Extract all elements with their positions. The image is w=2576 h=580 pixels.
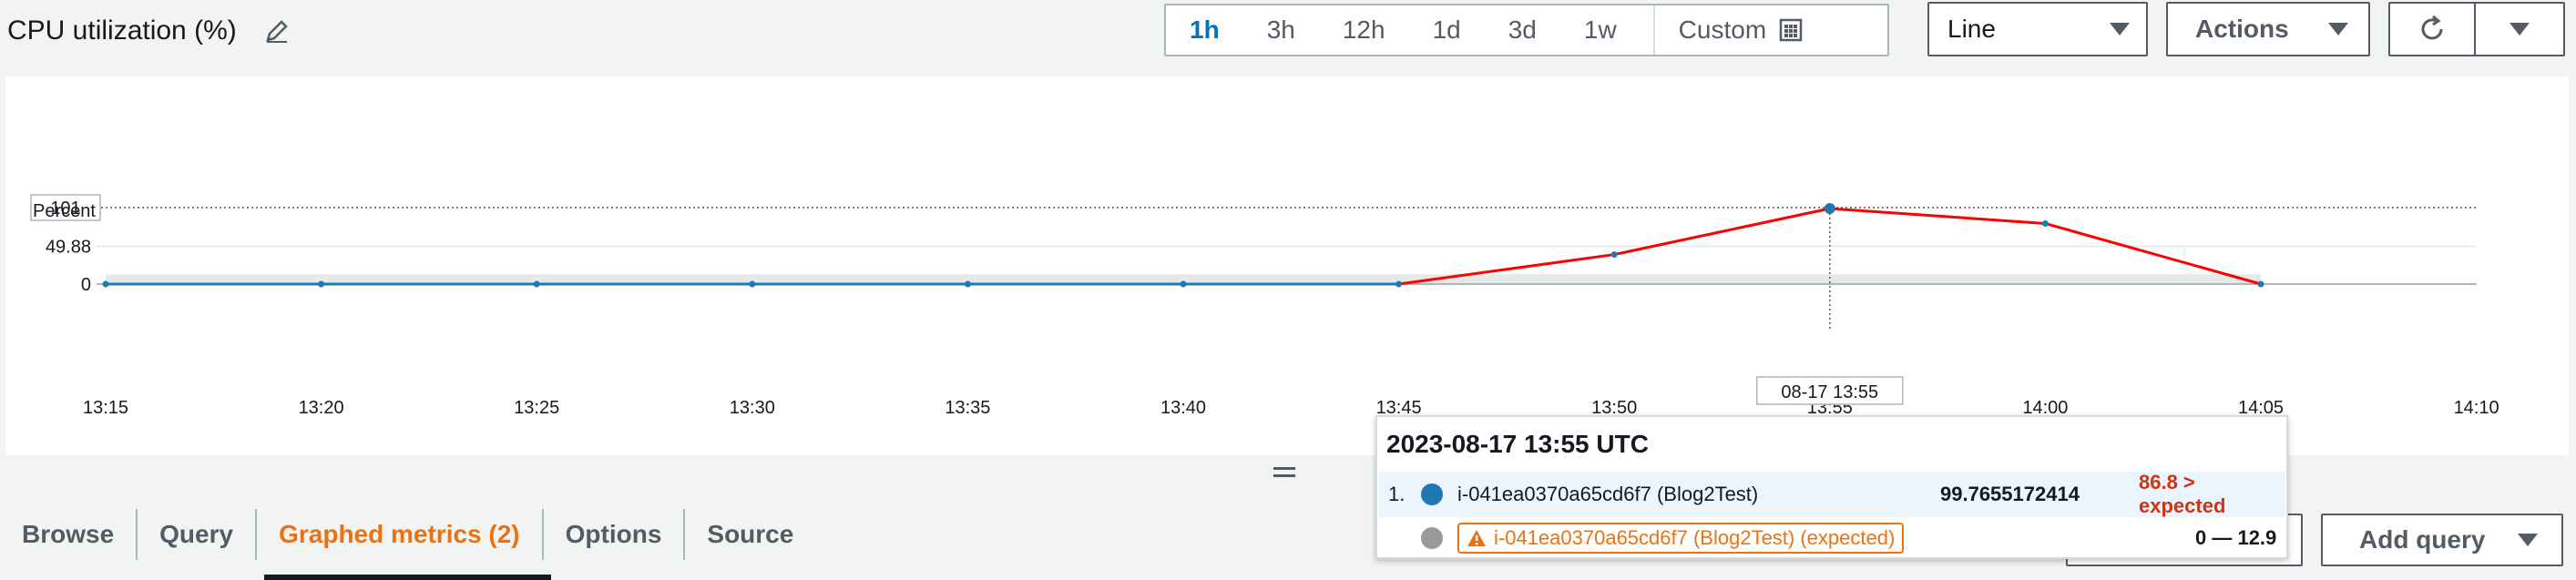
gridlines <box>97 207 2477 285</box>
data-point <box>964 280 971 288</box>
tooltip-row: i-041ea0370a65cd6f7 (Blog2Test) (expecte… <box>1379 515 2285 561</box>
line-chart: 049.88101Percent13:15 13:20 13:25 13:30 13:3… <box>30 194 2499 418</box>
add-query-button[interactable]: Add query <box>2321 514 2563 566</box>
range-1w-button[interactable]: 1w <box>1560 5 1641 55</box>
edit-pencil-icon[interactable] <box>264 18 290 44</box>
actions-dropdown-button[interactable]: Actions <box>2166 2 2370 56</box>
data-point <box>749 280 756 288</box>
datapoint-tooltip: 2023-08-17 13:55 UTC 1. i-041ea0370a65cd… <box>1375 415 2288 559</box>
tab-options[interactable]: Options <box>544 509 686 560</box>
x-tick-label: 13:35 <box>945 398 990 418</box>
data-point <box>1610 251 1618 259</box>
data-point <box>1180 280 1187 288</box>
data-point <box>102 280 109 288</box>
series-segment <box>1829 207 2046 225</box>
x-tick-label: 13:30 <box>730 398 775 418</box>
range-custom-button[interactable]: Custom <box>1655 5 1826 55</box>
range-3h-button[interactable]: 3h <box>1243 5 1319 55</box>
tab-query[interactable]: Query <box>138 509 258 560</box>
time-range-selector: 1h 3h 12h 1d 3d 1w Custom <box>1164 4 1889 56</box>
range-12h-button[interactable]: 12h <box>1319 5 1409 55</box>
data-point <box>2041 219 2049 227</box>
hover-layer: 08-17 13:55 <box>1756 209 1904 405</box>
refresh-icon <box>2421 15 2443 40</box>
range-1d-button[interactable]: 1d <box>1409 5 1485 55</box>
chart-type-value: Line <box>1947 15 1996 43</box>
data-point <box>533 280 540 288</box>
chart-panel: 0 49.88 101 Percent 13:15 13:20 13:25 13:30 13:3… <box>5 76 2569 455</box>
x-tick-label: 13:40 <box>1160 398 1206 418</box>
expected-badge: i-041ea0370a65cd6f7 (Blog2Test) (expecte… <box>1457 523 1905 554</box>
data-point <box>2257 280 2264 288</box>
chevron-down-icon <box>2328 23 2348 36</box>
x-tick-label: 13:20 <box>299 398 344 418</box>
warning-icon <box>1467 530 1486 546</box>
panel-resize-handle[interactable] <box>1273 463 1295 482</box>
data-point <box>318 280 325 288</box>
custom-label: Custom <box>1678 15 1767 44</box>
actions-label: Actions <box>2195 15 2289 43</box>
x-tick-label: 13:15 <box>83 398 128 418</box>
calendar-icon <box>1779 18 1803 42</box>
tab-browse[interactable]: Browse <box>0 509 138 560</box>
alarm-status: 86.8 > expected <box>2139 471 2226 517</box>
refresh-interval-dropdown[interactable] <box>2474 2 2565 56</box>
tooltip-row: 1. i-041ea0370a65cd6f7 (Blog2Test) 99.76… <box>1379 471 2285 517</box>
tooltip-title: 2023-08-17 13:55 UTC <box>1386 430 1649 458</box>
tab-source[interactable]: Source <box>685 509 815 560</box>
chevron-down-icon <box>2510 23 2530 36</box>
tab-graphed-metrics[interactable]: Graphed metrics (2) <box>257 509 551 580</box>
range-1h-button[interactable]: 1h <box>1166 5 1243 55</box>
refresh-button[interactable] <box>2388 2 2476 56</box>
series-color-dot <box>1421 527 1443 549</box>
axes: 049.88101Percent13:15 13:20 13:25 13:30 13:3… <box>30 194 2499 418</box>
add-query-label: Add query <box>2359 525 2486 554</box>
graph-title: CPU utilization (%) <box>7 15 237 46</box>
range-3d-button[interactable]: 3d <box>1485 5 1560 55</box>
y-tick-label: 49.88 <box>46 238 91 258</box>
chevron-down-icon <box>2518 534 2538 546</box>
series-name: i-041ea0370a65cd6f7 (Blog2Test) <box>1457 483 1759 505</box>
expected-range-value: 0 — 12.9 <box>2195 526 2277 549</box>
x-tick-label: 13:25 <box>514 398 559 418</box>
data-point <box>1395 280 1403 288</box>
series-color-dot <box>1421 483 1443 505</box>
series-value: 99.7655172414 <box>1940 483 2080 505</box>
metrics-tabs: Browse Query Graphed metrics (2) Options… <box>0 492 815 580</box>
hover-time-label: 08-17 13:55 <box>1781 382 1878 402</box>
y-tick-label: 0 <box>81 275 91 295</box>
expected-series-name: i-041ea0370a65cd6f7 (Blog2Test) (expecte… <box>1494 526 1896 549</box>
chart-type-dropdown[interactable]: Line <box>1927 2 2148 56</box>
series-segment <box>1613 207 1831 257</box>
y-axis-label: Percent <box>33 201 96 221</box>
chevron-down-icon <box>2110 23 2130 36</box>
row-index: 1. <box>1388 483 1406 505</box>
x-tick-label: 14:10 <box>2454 398 2499 418</box>
